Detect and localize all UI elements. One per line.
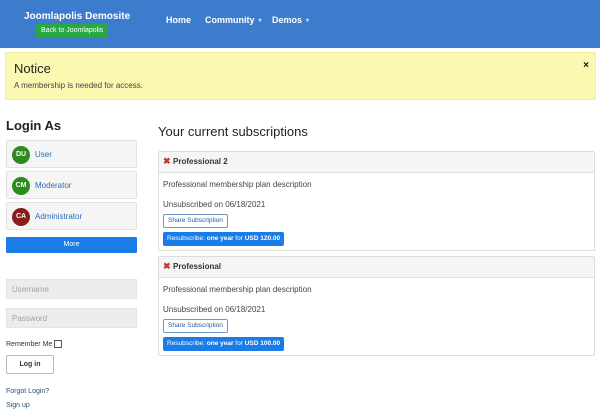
- subscription-status: Unsubscribed on 06/18/2021: [163, 305, 266, 314]
- notice-message: A membership is needed for access.: [14, 81, 143, 90]
- nav-home-label: Home: [166, 15, 192, 25]
- login-as-moderator-card[interactable]: CM Moderator: [6, 171, 137, 199]
- resubscribe-period: one year: [206, 340, 234, 347]
- close-icon: ✖: [163, 156, 171, 166]
- resubscribe-prefix: Resubscribe:: [167, 235, 207, 242]
- forgot-login-link[interactable]: Forgot Login?: [6, 388, 49, 395]
- plan-description: Professional membership plan description: [163, 285, 312, 294]
- chevron-down-icon: ▾: [258, 18, 262, 25]
- resubscribe-price: USD 100.00: [244, 340, 281, 347]
- plan-name: Professional: [173, 262, 222, 271]
- nav-demos[interactable]: Demos ▾: [272, 15, 309, 25]
- site-brand[interactable]: Joomlapolis Demosite: [24, 11, 130, 22]
- close-icon[interactable]: ×: [583, 60, 589, 71]
- top-navbar: Joomlapolis Demosite Back to Joomlapolis…: [0, 0, 600, 48]
- login-as-administrator-card[interactable]: CA Administrator: [6, 202, 137, 230]
- login-as-user-card[interactable]: DU User: [6, 140, 137, 168]
- avatar: CM: [12, 177, 30, 195]
- resubscribe-mid: for: [233, 235, 245, 242]
- nav-home[interactable]: Home: [166, 15, 191, 25]
- avatar: CA: [12, 208, 30, 226]
- remember-me-label: Remember Me: [6, 340, 53, 348]
- back-to-joomlapolis-button[interactable]: Back to Joomlapolis: [36, 24, 109, 38]
- nav-community[interactable]: Community ▾: [205, 15, 262, 25]
- resubscribe-button[interactable]: Resubscribe: one year for USD 100.00: [163, 337, 285, 351]
- close-icon: ✖: [163, 261, 171, 271]
- login-as-moderator-link[interactable]: Moderator: [35, 181, 71, 190]
- subscription-panel: ✖ Professional Professional membership p…: [158, 256, 595, 356]
- subscription-panel: ✖ Professional 2 Professional membership…: [158, 151, 595, 251]
- login-button[interactable]: Log in: [6, 355, 54, 374]
- remember-me-checkbox[interactable]: [54, 340, 63, 348]
- resubscribe-price: USD 120.00: [244, 235, 281, 242]
- login-as-user-link[interactable]: User: [35, 150, 52, 159]
- avatar: DU: [12, 146, 30, 164]
- share-subscription-button[interactable]: Share Subscription: [163, 214, 228, 228]
- resubscribe-prefix: Resubscribe:: [167, 340, 207, 347]
- username-input[interactable]: [6, 279, 137, 299]
- page-title: Your current subscriptions: [158, 124, 308, 139]
- notice-title: Notice: [14, 61, 51, 76]
- sign-up-link[interactable]: Sign up: [6, 402, 30, 409]
- password-input[interactable]: [6, 308, 137, 328]
- resubscribe-period: one year: [206, 235, 234, 242]
- notice-alert: Notice A membership is needed for access…: [5, 52, 596, 100]
- resubscribe-button[interactable]: Resubscribe: one year for USD 120.00: [163, 232, 285, 246]
- more-users-button[interactable]: More: [6, 237, 137, 253]
- plan-description: Professional membership plan description: [163, 180, 312, 189]
- resubscribe-mid: for: [233, 340, 245, 347]
- nav-demos-label: Demos: [272, 15, 303, 25]
- share-subscription-button[interactable]: Share Subscription: [163, 319, 228, 333]
- remember-me: Remember Me: [6, 340, 63, 348]
- chevron-down-icon: ▾: [306, 18, 310, 25]
- nav-community-label: Community: [205, 15, 255, 25]
- subscription-status: Unsubscribed on 06/18/2021: [163, 200, 266, 209]
- subscription-header: ✖ Professional: [159, 257, 594, 278]
- login-as-title: Login As: [6, 118, 62, 133]
- subscription-header: ✖ Professional 2: [159, 152, 594, 173]
- plan-name: Professional 2: [173, 157, 228, 166]
- login-as-administrator-link[interactable]: Administrator: [35, 212, 82, 221]
